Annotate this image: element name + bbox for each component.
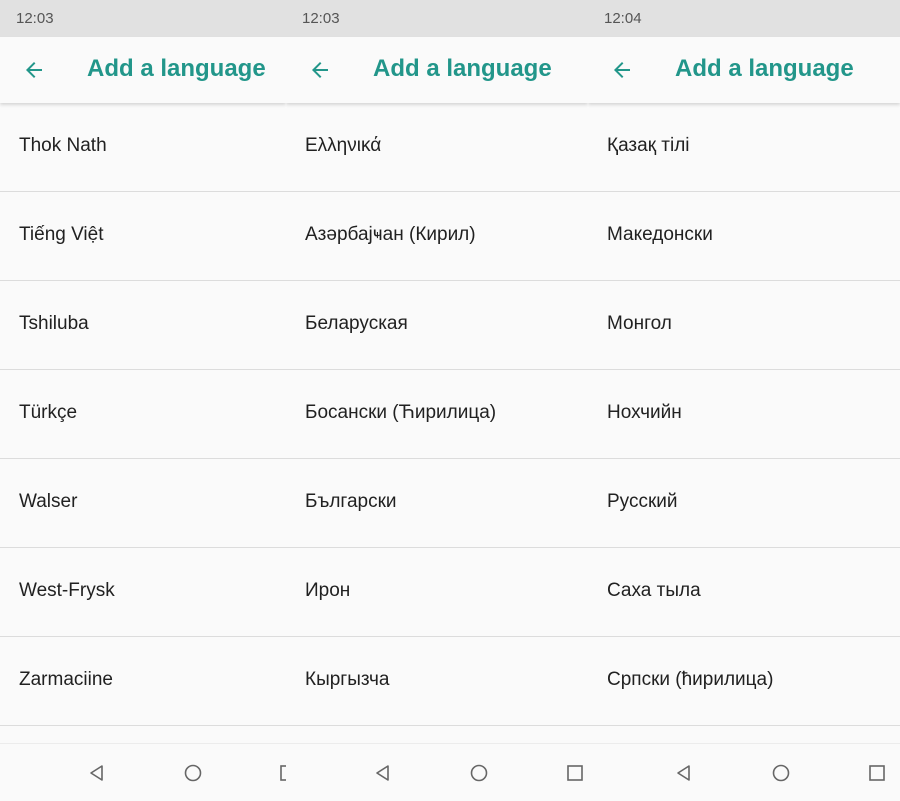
app-bar: Add a language [588,37,900,103]
language-label: Босански (Ћирилица) [305,402,497,423]
square-recents-icon[interactable] [278,763,286,783]
language-item[interactable]: West-Frysk [0,548,286,637]
language-item[interactable]: Саха тыла [588,548,900,637]
language-item[interactable]: Ελληνικά [286,103,588,192]
app-bar: Add a language [286,37,588,103]
language-label: Zarmaciine [19,669,113,690]
circle-home-icon[interactable] [469,763,489,783]
language-item[interactable]: Български [286,459,588,548]
page-title: Add a language [675,55,854,82]
language-label: Ελληνικά [305,135,382,156]
language-item[interactable]: Нохчийн [588,370,900,459]
language-label: Türkçe [19,402,78,423]
status-time: 12:03 [302,10,340,27]
status-bar: 12:03 [0,0,286,37]
language-item[interactable]: Беларуская [286,281,588,370]
language-item[interactable]: Азәрбајҹан (Кирил) [286,192,588,281]
triangle-back-icon[interactable] [373,763,393,783]
square-recents-icon[interactable] [867,763,887,783]
back-arrow-icon[interactable] [610,58,634,82]
triangle-back-icon[interactable] [674,763,694,783]
navigation-bar [286,743,588,801]
language-label: Tiếng Việt [19,224,104,245]
language-label: Tshiluba [19,313,89,334]
language-item[interactable]: Ирон [286,548,588,637]
screenshot-panel-2: 12:03 Add a language Ελληνικά Азәрбајҹан… [286,0,588,801]
status-bar: 12:04 [588,0,900,37]
navigation-bar [588,743,900,801]
language-item[interactable]: Қазақ тілі [588,103,900,192]
language-label: Беларуская [305,313,408,334]
language-label: Кыргызча [305,669,390,690]
language-label: Ирон [305,580,351,601]
app-bar: Add a language [0,37,286,103]
language-label: Қазақ тілі [607,135,690,156]
language-item[interactable]: Tshiluba [0,281,286,370]
language-item[interactable]: Српски (ћирилица) [588,637,900,726]
language-item[interactable]: Босански (Ћирилица) [286,370,588,459]
language-item[interactable]: Монгол [588,281,900,370]
language-item[interactable]: Македонски [588,192,900,281]
screenshot-panel-3: 12:04 Add a language Қазақ тілі Македонс… [588,0,900,801]
language-item[interactable]: Thok Nath [0,103,286,192]
status-bar: 12:03 [286,0,588,37]
language-list: Қазақ тілі Македонски Монгол Нохчийн Рус… [588,103,900,726]
language-item[interactable]: Türkçe [0,370,286,459]
language-label: Македонски [607,224,713,245]
language-label: Thok Nath [19,135,107,156]
square-recents-icon[interactable] [565,763,585,783]
language-item[interactable]: Walser [0,459,286,548]
language-label: Монгол [607,313,672,334]
language-label: Walser [19,491,78,512]
language-label: Русский [607,491,678,512]
page-title: Add a language [87,55,266,82]
language-list: Thok Nath Tiếng Việt Tshiluba Türkçe Wal… [0,103,286,726]
screenshot-panel-1: 12:03 Add a language Thok Nath Tiếng Việ… [0,0,286,801]
circle-home-icon[interactable] [771,763,791,783]
language-list: Ελληνικά Азәрбајҹан (Кирил) Беларуская Б… [286,103,588,726]
language-label: Нохчийн [607,402,682,423]
language-label: Азәрбајҹан (Кирил) [305,224,476,245]
status-time: 12:04 [604,10,642,27]
language-label: Български [305,491,397,512]
back-arrow-icon[interactable] [22,58,46,82]
back-arrow-icon[interactable] [308,58,332,82]
triangle-back-icon[interactable] [87,763,107,783]
navigation-bar [0,743,286,801]
language-label: West-Frysk [19,580,115,601]
language-label: Саха тыла [607,580,701,601]
circle-home-icon[interactable] [183,763,203,783]
status-time: 12:03 [16,10,54,27]
language-item[interactable]: Tiếng Việt [0,192,286,281]
page-title: Add a language [373,55,552,82]
language-item[interactable]: Zarmaciine [0,637,286,726]
language-item[interactable]: Кыргызча [286,637,588,726]
language-item[interactable]: Русский [588,459,900,548]
language-label: Српски (ћирилица) [607,669,774,690]
